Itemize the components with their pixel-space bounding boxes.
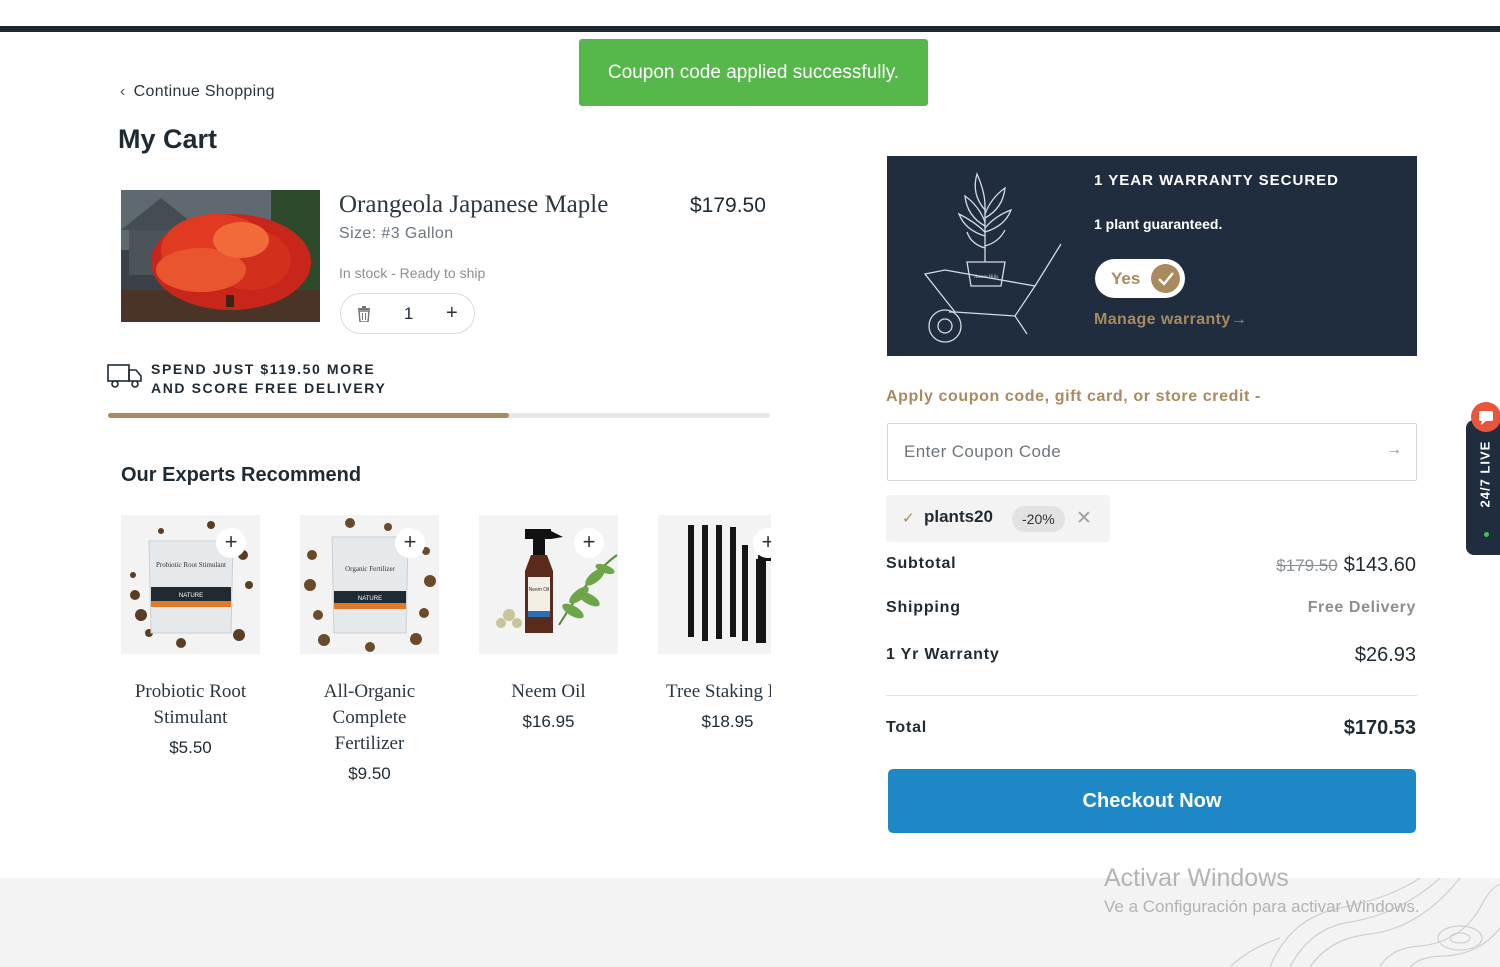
live-chat-label: 24/7 LIVE [1477,440,1493,508]
recommended-product[interactable]: Probiotic Root Stimulant NATURE + Probio… [121,515,260,758]
recommended-product-price: $9.50 [348,764,391,783]
check-icon [1151,264,1180,293]
recommended-product-name[interactable]: Neem Oil [479,679,618,705]
recommended-product-price: $16.95 [522,712,575,731]
svg-text:Nature Hills: Nature Hills [974,275,999,280]
checkout-button[interactable]: Checkout Now [888,769,1416,833]
product-thumbnail[interactable]: Probiotic Root Stimulant NATURE + [121,515,260,654]
svg-text:Neem Oil: Neem Oil [529,587,550,593]
applied-coupon-chip: ✓ plants20 -20% ✕ [886,495,1110,542]
recommended-product-name[interactable]: Tree Staking Kit [658,679,771,705]
total-value: $170.53 [1343,717,1416,739]
discount-badge: -20% [1012,506,1065,532]
warranty-title: 1 YEAR WARRANTY SECURED [1094,172,1339,189]
page-title: My Cart [118,124,218,154]
warranty-toggle[interactable]: Yes [1095,259,1185,298]
recommendations-title: Our Experts Recommend [121,464,362,486]
wheelbarrow-plant-icon: Nature Hills [923,172,1062,343]
subtotal-label: Subtotal [886,555,957,572]
recommendations-carousel: Probiotic Root Stimulant NATURE + Probio… [121,515,771,815]
quantity-stepper: 1 + [340,293,475,334]
live-chat-tab[interactable]: 24/7 LIVE [1466,402,1500,555]
product-name[interactable]: Orangeola Japanese Maple [339,191,608,219]
warranty-subtitle: 1 plant guaranteed. [1094,216,1223,232]
product-image[interactable] [121,190,320,322]
arrow-right-icon: → [1230,311,1248,328]
chevron-left-icon: ‹ [120,83,126,100]
shipping-label: Shipping [886,599,961,616]
quantity-value[interactable]: 1 [404,304,413,324]
product-size: Size: #3 Gallon [339,225,454,242]
recommended-product[interactable]: Organic Fertilizer NATURE + All-Organic … [300,515,439,784]
recommended-product-price: $5.50 [169,738,212,757]
warranty-toggle-label: Yes [1111,269,1141,288]
product-thumbnail[interactable]: Organic Fertilizer NATURE + [300,515,439,654]
add-to-cart-button[interactable]: + [216,528,246,558]
continue-shopping-link[interactable]: ‹ Continue Shopping [120,83,275,101]
coupon-label: Apply coupon code, gift card, or store c… [886,388,1261,405]
plus-icon[interactable]: + [446,302,458,325]
watermark-line-1: Activar Windows [1104,864,1289,892]
free-delivery-message: SPEND JUST $119.50 MORE AND SCORE FREE D… [151,360,386,398]
summary-divider [886,695,1417,696]
trash-icon[interactable] [357,305,371,323]
svg-text:NATURE: NATURE [358,596,382,602]
manage-warranty-link[interactable]: Manage warranty→ [1094,311,1247,329]
recommended-product[interactable]: Neem Oil + Neem Oil $16.95 [479,515,618,732]
add-to-cart-button[interactable]: + [574,528,604,558]
close-icon[interactable]: ✕ [1076,507,1092,530]
windows-activation-watermark: Activar Windows Ve a Configuración para … [1104,864,1420,917]
free-delivery-line-1: SPEND JUST $119.50 MORE [151,361,376,377]
watermark-line-2: Ve a Configuración para activar Windows. [1104,897,1420,916]
truck-icon [107,362,143,390]
continue-shopping-label: Continue Shopping [133,83,275,100]
recommended-product-name[interactable]: All-Organic Complete Fertilizer [300,679,439,757]
svg-text:Probiotic Root Stimulant: Probiotic Root Stimulant [156,561,226,569]
check-icon: ✓ [902,510,915,527]
manage-warranty-label: Manage warranty [1094,311,1231,328]
recommended-product[interactable]: + Tree Staking Kit $18.95 [658,515,771,732]
top-bar [0,26,1500,32]
success-toast: Coupon code applied successfully. [579,39,928,106]
recommended-product-price: $18.95 [701,712,754,731]
progress-fill [108,413,509,418]
total-label: Total [886,719,928,736]
free-delivery-progress [108,413,770,418]
subtotal-original: $179.50 [1276,556,1338,575]
product-thumbnail[interactable]: + [658,515,771,654]
svg-text:Organic Fertilizer: Organic Fertilizer [345,565,395,573]
warranty-cost-value: $26.93 [1354,644,1416,666]
arrow-right-icon[interactable]: → [1386,441,1402,459]
warranty-cost-label: 1 Yr Warranty [886,646,1000,663]
warranty-panel: Nature Hills 1 YEAR WARRANTY SECURED 1 p… [887,156,1417,356]
coupon-input[interactable] [887,423,1417,481]
svg-text:NATURE: NATURE [179,593,203,599]
stock-status: In stock - Ready to ship [339,265,486,281]
subtotal-discounted: $143.60 [1343,554,1416,576]
shipping-value: Free Delivery [1307,599,1416,616]
add-to-cart-button[interactable]: + [395,528,425,558]
recommended-product-name[interactable]: Probiotic Root Stimulant [121,679,260,731]
product-thumbnail[interactable]: Neem Oil + [479,515,618,654]
subtotal-value: $179.50 $143.60 [1276,554,1416,577]
applied-coupon-code: plants20 [924,507,993,526]
free-delivery-line-2: AND SCORE FREE DELIVERY [151,380,387,396]
product-price: $179.50 [690,194,766,217]
online-status-dot [1484,532,1489,537]
chat-bubble-icon [1471,402,1500,432]
